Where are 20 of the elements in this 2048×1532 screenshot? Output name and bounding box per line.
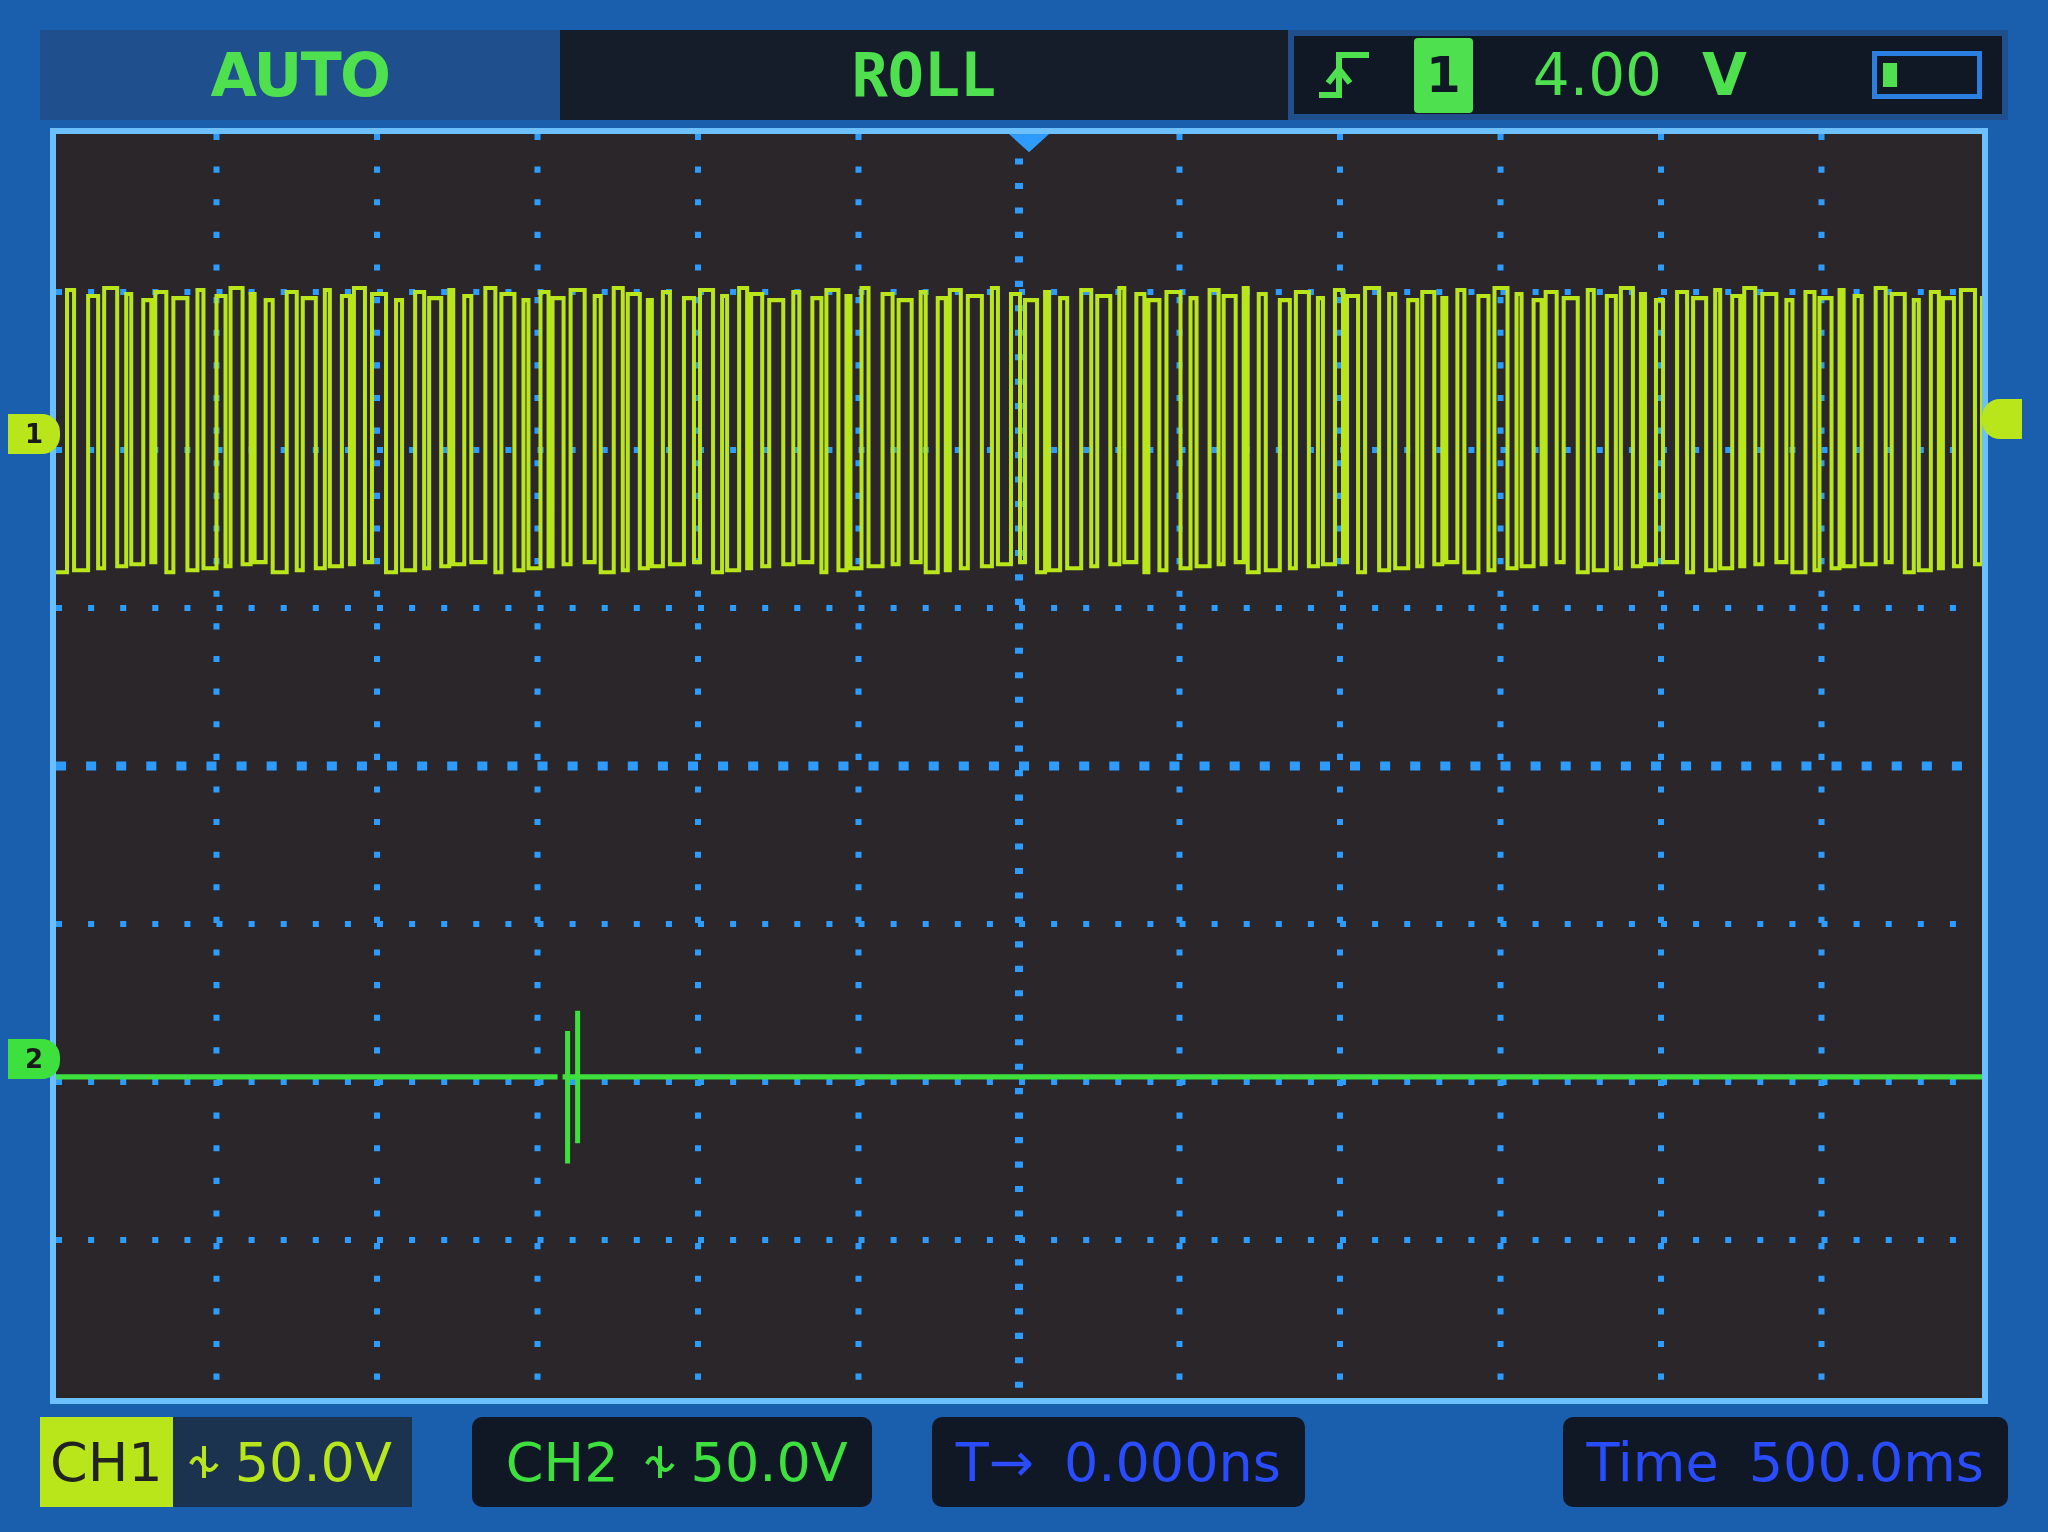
channel-marker: 1 — [8, 414, 60, 454]
trigger-level: 4.00 — [1532, 39, 1662, 111]
trigger-unit: V — [1701, 39, 1747, 111]
channel-label: CH1 — [40, 1417, 173, 1507]
trigger-offset-label: T→ — [955, 1429, 1034, 1496]
timebase-label: Time — [1586, 1429, 1719, 1496]
channel-scale: 50.0V — [690, 1429, 848, 1496]
channel-label: CH2 — [504, 1429, 620, 1496]
channel-scale-panel[interactable]: CH2 50.0V — [471, 1417, 872, 1507]
channel-scale-panel[interactable]: CH1 50.0V — [40, 1417, 412, 1507]
acquisition-state: ROLL — [560, 30, 1288, 120]
trigger-level-marker — [1982, 399, 2022, 439]
trigger-offset-value: 0.000ns — [1063, 1429, 1281, 1496]
battery-icon — [1872, 51, 1982, 99]
mode-label: AUTO — [40, 30, 560, 120]
trigger-source: 1 — [1414, 37, 1473, 113]
channel-marker: 2 — [8, 1039, 60, 1079]
trigger-position-marker — [1008, 134, 1050, 153]
timebase-value: 500.0ms — [1748, 1429, 1984, 1496]
channel-scale: 50.0V — [234, 1429, 392, 1496]
